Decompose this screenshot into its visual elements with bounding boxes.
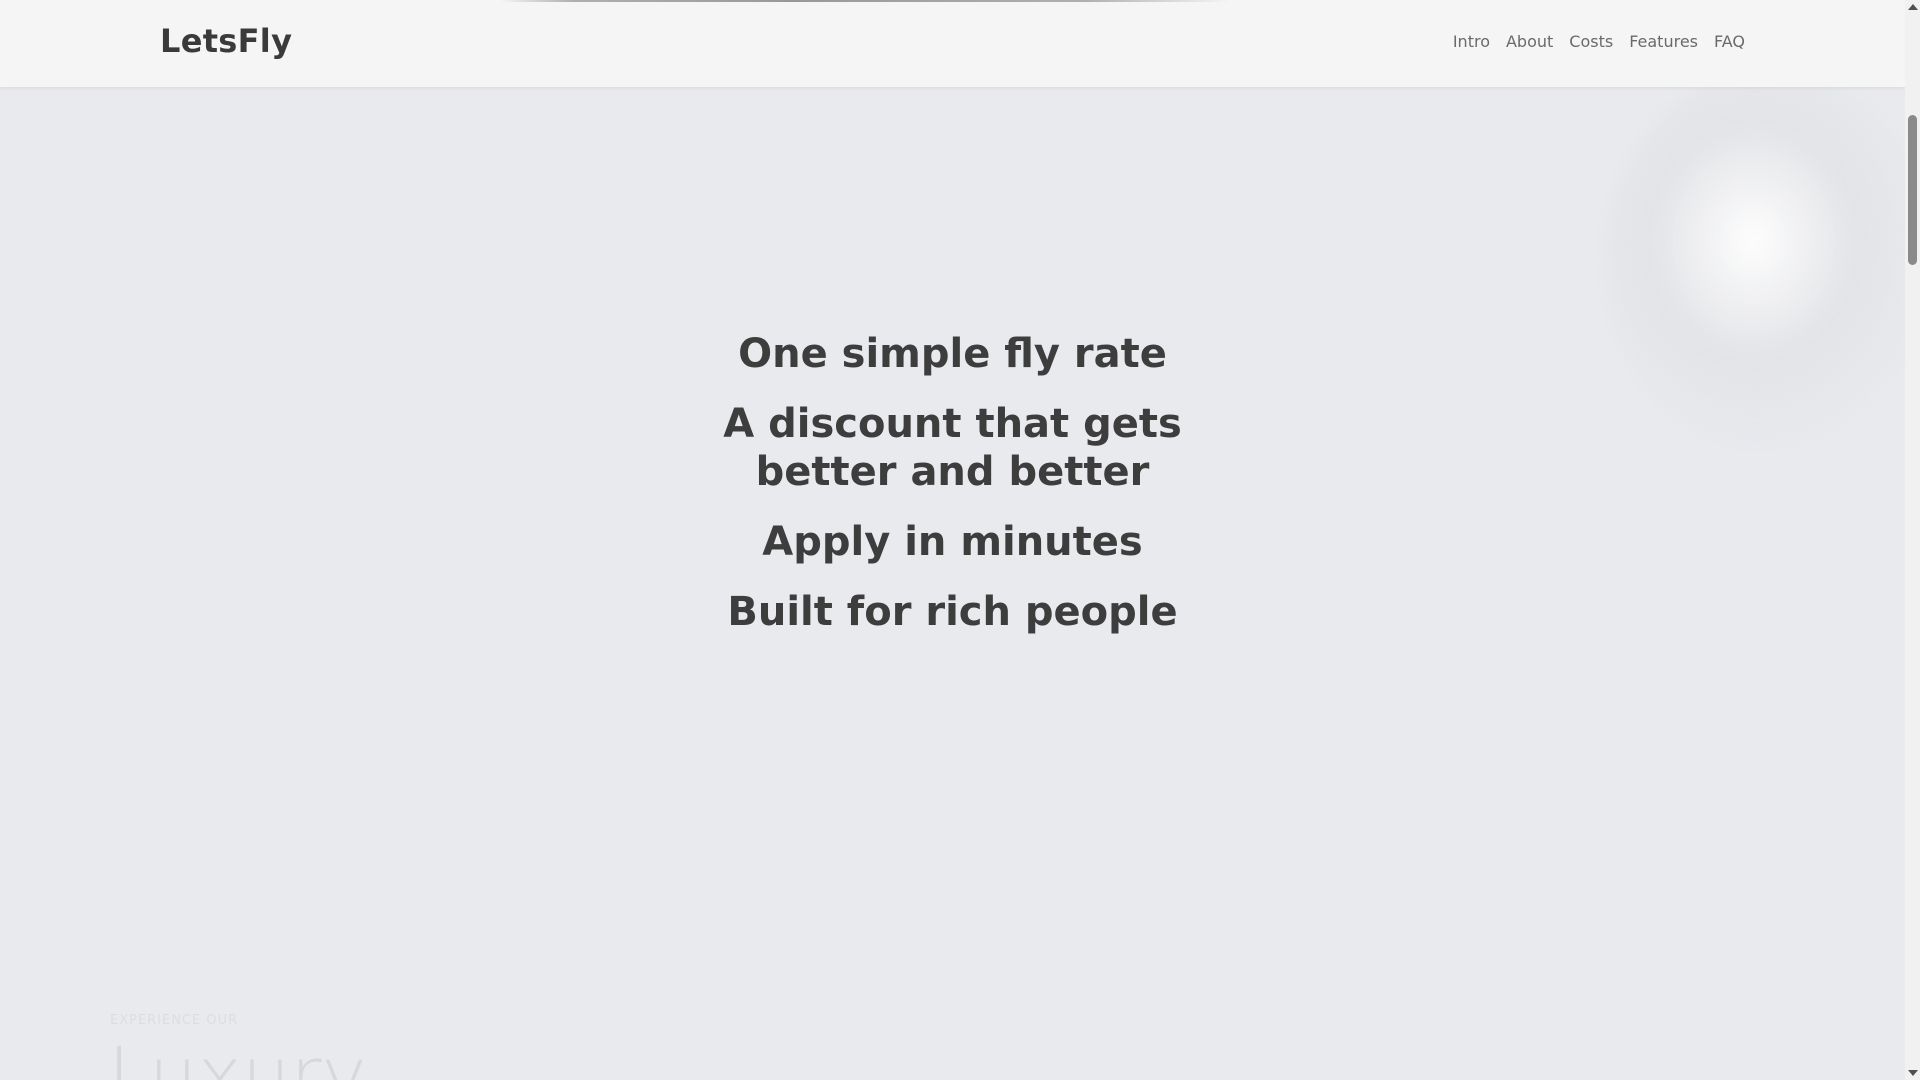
brand-logo[interactable]: LetsFly	[160, 22, 292, 60]
hero-line-apply: Apply in minutes	[762, 519, 1143, 565]
hero-line-rate: One simple fly rate	[738, 331, 1167, 377]
nav-link-costs[interactable]: Costs	[1569, 32, 1613, 51]
section-title: Luxury	[108, 1030, 367, 1080]
hero-line-discount: A discount that gets better and better	[723, 401, 1182, 495]
scroll-up-arrow-icon[interactable]	[1908, 4, 1918, 10]
scrollbar-thumb[interactable]	[1908, 115, 1917, 265]
page: LetsFly Intro About Costs Features FAQ O…	[0, 0, 1920, 1080]
page-scrollbar[interactable]	[1905, 0, 1920, 1080]
section-eyebrow: EXPERIENCE OUR	[110, 1013, 239, 1028]
nav-link-faq[interactable]: FAQ	[1714, 32, 1745, 51]
hero-line-built: Built for rich people	[727, 589, 1178, 635]
nav-link-intro[interactable]: Intro	[1453, 32, 1490, 51]
nav-link-features[interactable]: Features	[1629, 32, 1698, 51]
hero-section: One simple fly rate A discount that gets…	[0, 330, 1905, 658]
header-top-line	[500, 0, 1230, 2]
site-header: LetsFly Intro About Costs Features FAQ	[0, 0, 1905, 87]
main-nav: Intro About Costs Features FAQ	[1453, 32, 1745, 51]
nav-link-about[interactable]: About	[1506, 32, 1553, 51]
scroll-down-arrow-icon[interactable]	[1908, 1070, 1918, 1076]
